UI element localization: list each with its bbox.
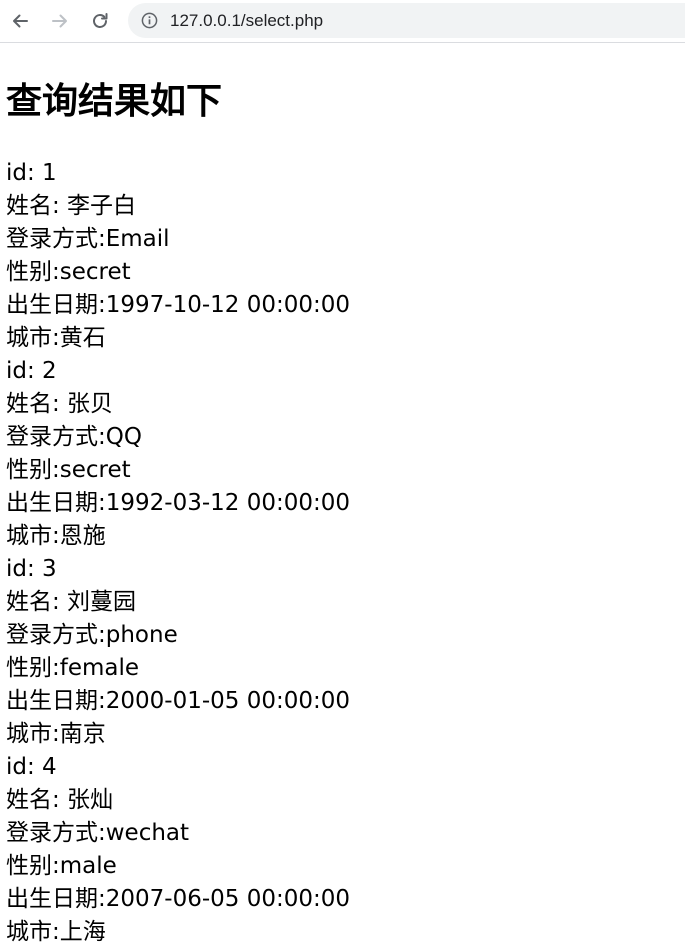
result-line: id: 3	[6, 556, 57, 582]
result-line: 性别:male	[6, 853, 117, 879]
browser-toolbar: 127.0.0.1/select.php	[0, 0, 685, 43]
result-line: 登录方式:phone	[6, 622, 178, 648]
query-results: id: 1 姓名: 李子白登录方式:Email 性别:secret 出生日期:1997…	[6, 157, 676, 949]
address-bar[interactable]: 127.0.0.1/select.php	[128, 3, 685, 38]
result-line: 性别:secret	[6, 457, 131, 483]
result-line: 出生日期:1992-03-12 00:00:00	[6, 490, 351, 516]
back-arrow-icon	[13, 14, 28, 28]
back-button[interactable]	[7, 8, 33, 34]
result-line: 城市:恩施	[6, 523, 106, 549]
result-line: 姓名: 张灿	[6, 787, 114, 813]
result-line: 登录方式:QQ	[6, 424, 142, 450]
reload-button[interactable]	[87, 8, 113, 34]
forward-arrow-icon	[52, 14, 67, 28]
result-line: 出生日期:1997-10-12 00:00:00	[6, 292, 351, 318]
result-line: 城市:黄石	[6, 325, 106, 351]
result-line: 登录方式:Email	[6, 226, 170, 252]
result-line: 姓名: 张贝	[6, 391, 114, 417]
result-line: id: 2	[6, 358, 57, 384]
info-icon[interactable]	[141, 12, 158, 29]
result-line: 姓名: 李子白	[6, 193, 137, 219]
result-line: 性别:secret	[6, 259, 131, 285]
url-text[interactable]: 127.0.0.1/select.php	[170, 10, 323, 31]
result-line: 出生日期:2000-01-05 00:00:00	[6, 688, 351, 714]
result-line: 出生日期:2007-06-05 00:00:00	[6, 886, 351, 912]
forward-button[interactable]	[47, 8, 73, 34]
result-line: 性别:female	[6, 655, 140, 681]
result-line: 城市:上海	[6, 919, 106, 945]
reload-icon	[93, 13, 108, 28]
page-content: 查询结果如下 id: 1 姓名: 李子白登录方式:Email 性别:secret 出生…	[6, 78, 676, 949]
result-line: 城市:南京	[6, 721, 106, 747]
result-line: 登录方式:wechat	[6, 820, 190, 846]
result-line: id: 4	[6, 754, 57, 780]
page-title: 查询结果如下	[6, 81, 223, 122]
result-line: id: 1	[6, 160, 57, 186]
result-line: 姓名: 刘蔓园	[6, 589, 137, 615]
